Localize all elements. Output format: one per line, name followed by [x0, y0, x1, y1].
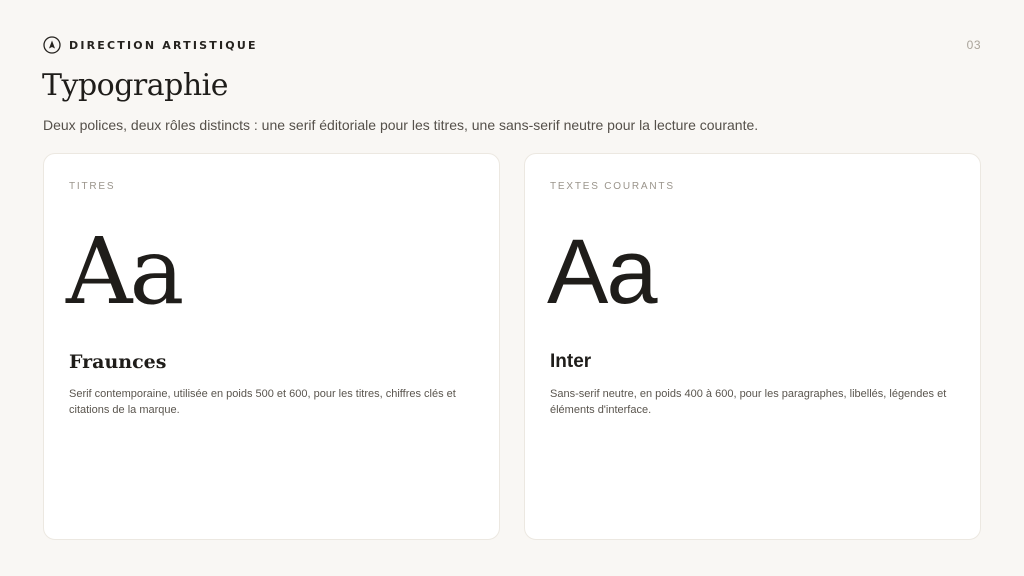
- brand-label: DIRECTION ARTISTIQUE: [69, 38, 258, 52]
- font-specimen: Aa: [66, 218, 184, 325]
- page-title: Typographie: [42, 68, 229, 103]
- brand: DIRECTION ARTISTIQUE: [43, 36, 258, 54]
- page-number: 03: [966, 38, 981, 52]
- compass-icon: [43, 36, 61, 54]
- font-specimen: Aa: [547, 221, 658, 323]
- card-body-text: TEXTES COURANTS Aa Inter Sans-serif neut…: [524, 153, 981, 540]
- card-label: TEXTES COURANTS: [550, 181, 675, 192]
- card-label: TITRES: [69, 181, 116, 192]
- font-name: Inter: [550, 351, 592, 372]
- page-subtitle: Deux polices, deux rôles distincts : une…: [43, 117, 759, 133]
- header: DIRECTION ARTISTIQUE 03: [43, 36, 981, 54]
- font-description: Sans-serif neutre, en poids 400 à 600, p…: [550, 388, 947, 416]
- font-description: Serif contemporaine, utilisée en poids 5…: [69, 388, 456, 416]
- font-name: Fraunces: [69, 351, 167, 373]
- card-titles: TITRES Aa Fraunces Serif contemporaine, …: [43, 153, 500, 540]
